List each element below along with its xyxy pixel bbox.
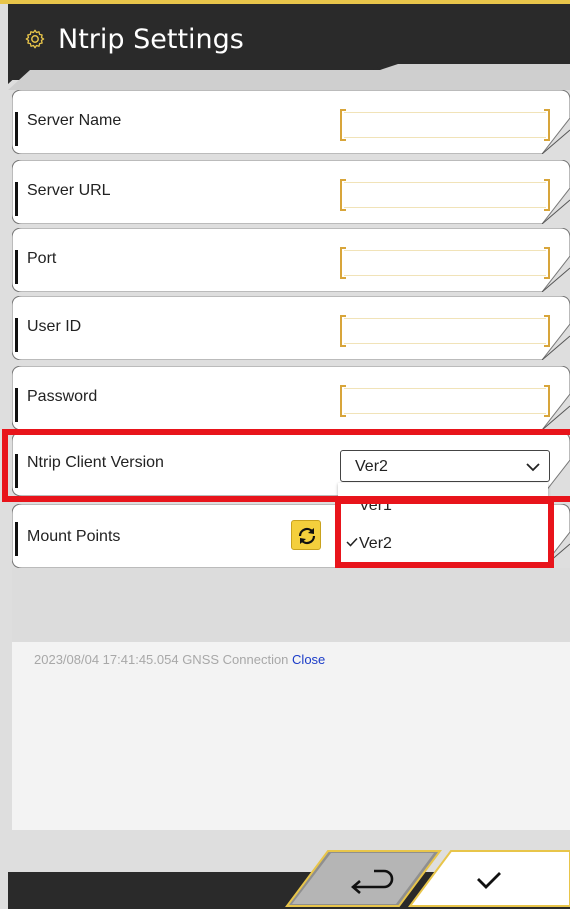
user-id-input[interactable] — [340, 315, 550, 347]
checkmark-icon — [477, 872, 501, 889]
field-label: User ID — [27, 318, 82, 335]
server-url-input[interactable] — [340, 179, 550, 211]
header-tab-shape — [8, 64, 570, 90]
field-label: Password — [27, 388, 98, 405]
row-marker — [15, 318, 18, 352]
row-user-id: User ID — [12, 296, 570, 360]
row-server-name: Server Name — [12, 90, 570, 154]
log-timestamp: 2023/08/04 17:41:45.054 GNSS Connection — [34, 652, 289, 667]
log-line: 2023/08/04 17:41:45.054 GNSS Connection … — [34, 652, 325, 667]
password-input[interactable] — [340, 385, 550, 417]
row-marker — [15, 522, 18, 556]
page-title: Ntrip Settings — [58, 24, 244, 55]
field-label: Server URL — [27, 182, 111, 199]
confirm-button[interactable] — [450, 853, 550, 905]
row-marker — [15, 112, 18, 146]
spacer-area — [12, 568, 570, 642]
row-marker — [15, 182, 18, 216]
field-label: Port — [27, 250, 57, 267]
row-port: Port — [12, 228, 570, 292]
row-marker — [15, 250, 18, 284]
refresh-icon — [298, 527, 316, 545]
row-server-url: Server URL — [12, 160, 570, 224]
server-name-input[interactable] — [340, 109, 550, 141]
return-icon — [351, 869, 394, 894]
highlight-version-dropdown — [335, 498, 554, 568]
field-label: Mount Points — [27, 528, 121, 545]
gear-icon — [25, 29, 45, 49]
highlight-version-row — [2, 429, 570, 502]
back-button[interactable] — [318, 853, 418, 905]
row-marker — [15, 388, 18, 422]
log-panel: 2023/08/04 17:41:45.054 GNSS Connection … — [12, 642, 570, 830]
port-input[interactable] — [340, 247, 550, 279]
row-password: Password — [12, 366, 570, 430]
log-status: Close — [292, 652, 326, 667]
refresh-button[interactable] — [291, 520, 321, 550]
field-label: Server Name — [27, 112, 122, 129]
